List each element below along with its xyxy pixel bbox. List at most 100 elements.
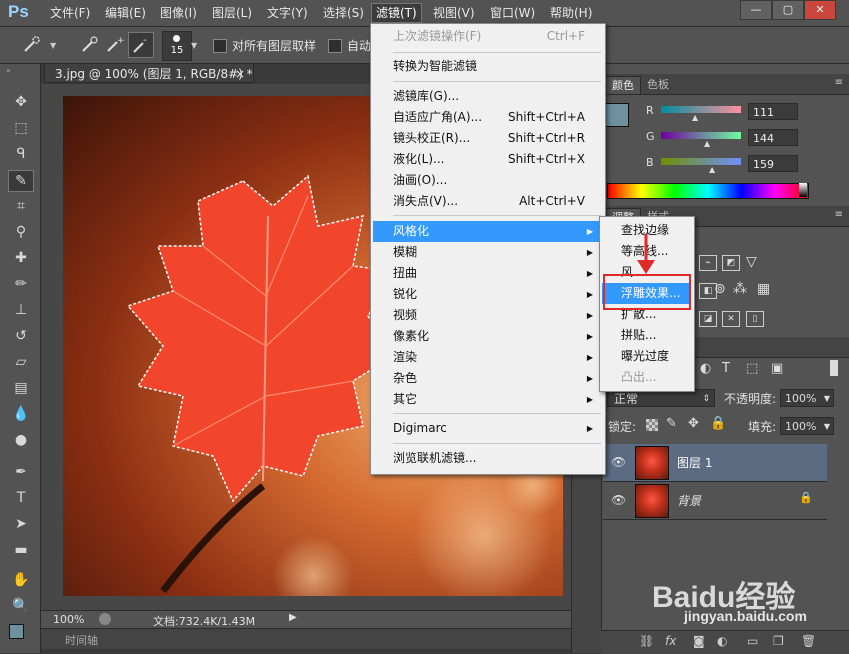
quick-selection-tool-icon[interactable]: ✎ [8, 170, 34, 192]
menu-item-oil-paint[interactable]: 油画(O)... [373, 170, 601, 191]
new-layer-icon[interactable]: ❐ [773, 634, 784, 648]
menu-item-digimarc[interactable]: Digimarc ▶ [373, 418, 601, 439]
menu-item-browse-online-filters[interactable]: 浏览联机滤镜... [373, 448, 601, 469]
menu-item-pixelate[interactable]: 像素化 ▶ [373, 326, 601, 347]
tab-swatches[interactable]: 色板 [641, 76, 675, 93]
opacity-field[interactable]: 100% ▼ [780, 389, 834, 407]
auto-enhance-checkbox[interactable] [328, 39, 342, 53]
lock-all-icon[interactable]: 🔒 [710, 416, 726, 431]
layer-style-icon[interactable]: fx [665, 634, 676, 648]
filter-shape-icon[interactable]: ⬚ [746, 361, 758, 376]
link-layers-icon[interactable]: ⛓ [639, 634, 654, 648]
gradient-map-adjustment-icon[interactable]: ▽ [746, 254, 757, 270]
filter-type-icon[interactable]: T [722, 361, 730, 376]
minimize-button[interactable]: — [740, 0, 772, 20]
menu-item-vanishing-point[interactable]: 消失点(V)... Alt+Ctrl+V [373, 191, 601, 212]
menu-item-lens-correction[interactable]: 镜头校正(R)... Shift+Ctrl+R [373, 128, 601, 149]
brush-dropdown-icon[interactable]: ▼ [191, 41, 197, 50]
timeline-label[interactable]: 时间轴 [65, 632, 98, 648]
black-white-ramp[interactable] [799, 183, 807, 197]
layer-row-layer1[interactable]: 👁 图层 1 [603, 444, 827, 482]
selective-color-adjustment-icon[interactable]: ▯ [746, 311, 764, 327]
visibility-eye-icon[interactable]: 👁 [611, 455, 626, 469]
lock-transparent-icon[interactable] [646, 419, 658, 431]
menu-item-video[interactable]: 视频 ▶ [373, 305, 601, 326]
menu-image[interactable]: 图像(I) [156, 4, 201, 22]
gradient-tool-icon[interactable]: ▤ [10, 378, 32, 398]
visibility-eye-icon[interactable]: 👁 [611, 493, 626, 507]
eraser-tool-icon[interactable]: ▱ [10, 352, 32, 372]
threshold-adjustment-icon[interactable]: ✕ [722, 311, 740, 327]
submenu-item-diffuse[interactable]: 扩散... [602, 304, 690, 325]
add-mask-icon[interactable]: ◙ [693, 634, 705, 648]
history-brush-tool-icon[interactable]: ↺ [10, 326, 32, 346]
lasso-tool-icon[interactable]: ᑫ [10, 144, 32, 164]
layer-filter-toggle[interactable] [830, 360, 838, 376]
status-menu-arrow-icon[interactable]: ▶ [289, 612, 297, 623]
submenu-item-wind[interactable]: 风... [602, 262, 690, 283]
sample-all-layers-checkbox[interactable] [213, 39, 227, 53]
color-spectrum-bar[interactable] [607, 183, 809, 199]
curves-adjustment-icon[interactable]: ⌁ [699, 255, 717, 271]
dodge-tool-icon[interactable]: ● [10, 430, 32, 450]
layer-name[interactable]: 背景 [677, 492, 701, 509]
subtract-selection-brush-button[interactable]: - [128, 32, 154, 58]
exposure-adjustment-icon[interactable]: ◩ [722, 255, 740, 271]
menu-item-render[interactable]: 渲染 ▶ [373, 347, 601, 368]
layer-name[interactable]: 图层 1 [677, 454, 712, 471]
type-tool-icon[interactable]: T [10, 488, 32, 508]
menu-filter[interactable]: 滤镜(T) [371, 3, 422, 23]
lock-position-icon[interactable]: ✥ [688, 416, 699, 431]
menu-item-blur[interactable]: 模糊 ▶ [373, 242, 601, 263]
tab-color[interactable]: 颜色 [605, 76, 641, 94]
zoom-tool-icon[interactable]: 🔍 [10, 596, 32, 616]
filter-adjustment-icon[interactable]: ◐ [700, 361, 711, 376]
filter-smart-object-icon[interactable]: ▣ [771, 361, 783, 376]
menu-edit[interactable]: 编辑(E) [101, 4, 150, 22]
channel-mixer-adjustment-icon[interactable]: ⁂ [733, 281, 747, 297]
close-button[interactable]: ✕ [804, 0, 836, 20]
red-slider-handle-icon[interactable]: ▲ [692, 113, 698, 122]
marquee-tool-icon[interactable]: ⬚ [10, 118, 32, 138]
move-tool-icon[interactable]: ✥ [10, 92, 32, 112]
blur-tool-icon[interactable]: 💧 [10, 404, 32, 424]
photo-filter-adjustment-icon[interactable]: ⊚ [714, 281, 726, 297]
healing-brush-tool-icon[interactable]: ✚ [10, 248, 32, 268]
zoom-level[interactable]: 100% [53, 613, 84, 626]
pen-tool-icon[interactable]: ✒ [10, 462, 32, 482]
adjust-panel-menu-icon[interactable]: ≡ [835, 209, 843, 220]
hand-tool-icon[interactable]: ✋ [10, 570, 32, 590]
submenu-item-extrude[interactable]: 凸出... [602, 367, 690, 388]
green-channel-slider[interactable] [661, 132, 741, 139]
blue-slider-handle-icon[interactable]: ▲ [709, 165, 715, 174]
menu-item-other[interactable]: 其它 ▶ [373, 389, 601, 410]
submenu-item-solarize[interactable]: 曝光过度 [602, 346, 690, 367]
path-selection-tool-icon[interactable]: ➤ [10, 514, 32, 534]
submenu-item-emboss[interactable]: 浮雕效果... [602, 283, 690, 304]
menu-item-stylize[interactable]: 风格化 ▶ [373, 221, 601, 242]
menu-item-liquify[interactable]: 液化(L)... Shift+Ctrl+X [373, 149, 601, 170]
document-tab-close-icon[interactable]: × [235, 64, 245, 84]
new-selection-brush-icon[interactable] [80, 35, 100, 55]
menu-item-filter-gallery[interactable]: 滤镜库(G)... [373, 86, 601, 107]
blue-value-field[interactable]: 159 [748, 155, 798, 172]
panel-menu-icon[interactable]: ≡ [835, 77, 843, 88]
clone-stamp-tool-icon[interactable]: ⊥ [10, 300, 32, 320]
green-value-field[interactable]: 144 [748, 129, 798, 146]
menu-item-last-filter[interactable]: 上次滤镜操作(F) Ctrl+F [373, 26, 601, 47]
lock-pixels-icon[interactable]: ✎ [666, 416, 677, 431]
menu-select[interactable]: 选择(S) [319, 4, 368, 22]
menu-file[interactable]: 文件(F) [46, 4, 94, 22]
menu-type[interactable]: 文字(Y) [263, 4, 312, 22]
add-to-selection-brush-icon[interactable]: + [105, 35, 125, 55]
brush-size-picker[interactable]: 15 [162, 31, 192, 61]
red-value-field[interactable]: 111 [748, 103, 798, 120]
menu-item-distort[interactable]: 扭曲 ▶ [373, 263, 601, 284]
layer-row-background[interactable]: 👁 背景 🔒 [603, 482, 827, 520]
new-group-icon[interactable]: ▭ [747, 634, 758, 648]
menu-view[interactable]: 视图(V) [429, 4, 479, 22]
brush-tool-icon[interactable]: ✏ [10, 274, 32, 294]
rectangle-tool-icon[interactable]: ▬ [10, 540, 32, 560]
delete-layer-icon[interactable]: 🗑 [801, 634, 816, 648]
menu-help[interactable]: 帮助(H) [546, 4, 596, 22]
